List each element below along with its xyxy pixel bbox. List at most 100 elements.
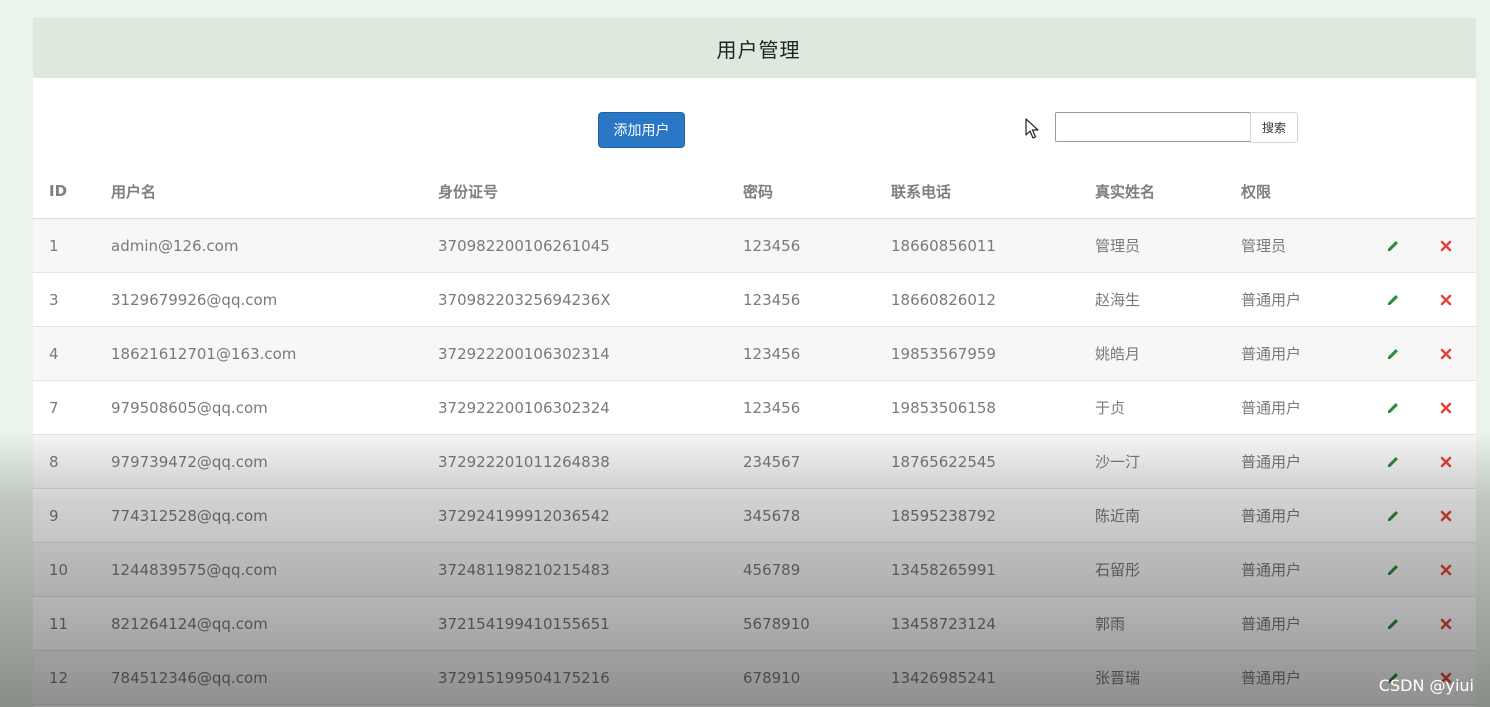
cell-username: 784512346@qq.com bbox=[111, 650, 438, 705]
column-header-username: 用户名 bbox=[111, 164, 438, 219]
cell-phone: 13458265991 bbox=[891, 542, 1095, 597]
cell-password: 123456 bbox=[743, 218, 891, 273]
edit-button[interactable] bbox=[1371, 218, 1415, 273]
column-header-real-name: 真实姓名 bbox=[1095, 164, 1241, 219]
close-icon bbox=[1440, 456, 1451, 468]
close-icon bbox=[1440, 294, 1451, 306]
pencil-icon bbox=[1388, 241, 1398, 251]
cell-phone: 18765622545 bbox=[891, 434, 1095, 489]
table-row: 7 979508605@qq.com 372922200106302324 12345… bbox=[33, 380, 1476, 435]
delete-button[interactable] bbox=[1415, 434, 1476, 489]
edit-button[interactable] bbox=[1371, 272, 1415, 327]
delete-button[interactable] bbox=[1415, 380, 1476, 435]
cell-username: 3129679926@qq.com bbox=[111, 272, 438, 327]
table-row: 3 3129679926@qq.com 37098220325694236X 1234… bbox=[33, 272, 1476, 327]
close-icon bbox=[1440, 348, 1451, 360]
cell-real-name: 沙一汀 bbox=[1095, 434, 1241, 489]
cell-real-name: 赵海生 bbox=[1095, 272, 1241, 327]
cell-password: 234567 bbox=[743, 434, 891, 489]
cell-permission: 普通用户 bbox=[1241, 326, 1371, 381]
column-header-edit bbox=[1371, 164, 1415, 219]
column-header-permission: 权限 bbox=[1241, 164, 1371, 219]
cell-id-number: 372915199504175216 bbox=[438, 650, 743, 705]
cell-real-name: 郭雨 bbox=[1095, 596, 1241, 651]
cell-phone: 18660826012 bbox=[891, 272, 1095, 327]
cell-permission: 普通用户 bbox=[1241, 596, 1371, 651]
cell-username: 774312528@qq.com bbox=[111, 488, 438, 543]
table-row: 8 979739472@qq.com 372922201011264838 23456… bbox=[33, 434, 1476, 489]
add-user-button[interactable]: 添加用户 bbox=[598, 112, 685, 148]
delete-button[interactable] bbox=[1415, 542, 1476, 597]
cell-phone: 18660856011 bbox=[891, 218, 1095, 273]
table-row: 9 774312528@qq.com 372924199912036542 34567… bbox=[33, 488, 1476, 543]
pencil-icon bbox=[1388, 565, 1398, 575]
cell-username: 979739472@qq.com bbox=[111, 434, 438, 489]
column-header-delete bbox=[1415, 164, 1476, 219]
delete-button[interactable] bbox=[1415, 326, 1476, 381]
column-header-phone: 联系电话 bbox=[891, 164, 1095, 219]
cell-permission: 普通用户 bbox=[1241, 434, 1371, 489]
edit-button[interactable] bbox=[1371, 380, 1415, 435]
cell-id-number: 37098220325694236X bbox=[438, 272, 743, 327]
panel-header: 用户管理 bbox=[33, 18, 1476, 78]
cell-password: 345678 bbox=[743, 488, 891, 543]
edit-button[interactable] bbox=[1371, 434, 1415, 489]
pencil-icon bbox=[1388, 403, 1398, 413]
close-icon bbox=[1440, 564, 1451, 576]
cell-id-number: 370982200106261045 bbox=[438, 218, 743, 273]
cell-username: admin@126.com bbox=[111, 218, 438, 273]
delete-button[interactable] bbox=[1415, 218, 1476, 273]
edit-button[interactable] bbox=[1371, 596, 1415, 651]
edit-button[interactable] bbox=[1371, 326, 1415, 381]
table-row: 1 admin@126.com 370982200106261045 123456 18… bbox=[33, 218, 1476, 273]
cell-permission: 普通用户 bbox=[1241, 488, 1371, 543]
cell-phone: 13458723124 bbox=[891, 596, 1095, 651]
delete-button[interactable] bbox=[1415, 488, 1476, 543]
cell-permission: 普通用户 bbox=[1241, 542, 1371, 597]
cell-id: 3 bbox=[33, 272, 111, 327]
cell-id: 7 bbox=[33, 380, 111, 435]
table-header-row: ID 用户名 身份证号 密码 联系电话 真实姓名 权限 bbox=[33, 164, 1476, 219]
cell-id: 10 bbox=[33, 542, 111, 597]
cell-permission: 普通用户 bbox=[1241, 380, 1371, 435]
table-row: 12 784512346@qq.com 372915199504175216 6789… bbox=[33, 650, 1476, 705]
delete-button[interactable] bbox=[1415, 596, 1476, 651]
cell-permission: 普通用户 bbox=[1241, 650, 1371, 705]
table-row: 10 1244839575@qq.com 372481198210215483 456… bbox=[33, 542, 1476, 597]
cell-password: 123456 bbox=[743, 326, 891, 381]
cell-id-number: 372924199912036542 bbox=[438, 488, 743, 543]
cell-real-name: 姚皓月 bbox=[1095, 326, 1241, 381]
cell-phone: 19853567959 bbox=[891, 326, 1095, 381]
cell-password: 123456 bbox=[743, 380, 891, 435]
watermark: CSDN @yiui bbox=[1378, 676, 1474, 695]
cell-id-number: 372922200106302324 bbox=[438, 380, 743, 435]
cell-password: 5678910 bbox=[743, 596, 891, 651]
cell-password: 678910 bbox=[743, 650, 891, 705]
cell-id: 9 bbox=[33, 488, 111, 543]
cell-username: 18621612701@163.com bbox=[111, 326, 438, 381]
column-header-id: ID bbox=[33, 164, 111, 219]
close-icon bbox=[1440, 510, 1451, 522]
cell-id: 12 bbox=[33, 650, 111, 705]
cell-phone: 18595238792 bbox=[891, 488, 1095, 543]
edit-button[interactable] bbox=[1371, 488, 1415, 543]
cell-id-number: 372922200106302314 bbox=[438, 326, 743, 381]
delete-button[interactable] bbox=[1415, 272, 1476, 327]
search-input[interactable] bbox=[1055, 112, 1251, 142]
table-row: 4 18621612701@163.com 372922200106302314 12… bbox=[33, 326, 1476, 381]
table-body: 1 admin@126.com 370982200106261045 123456 18… bbox=[33, 218, 1476, 705]
mouse-pointer-icon bbox=[1025, 118, 1039, 139]
column-header-id-number: 身份证号 bbox=[438, 164, 743, 219]
search-button[interactable]: 搜索 bbox=[1250, 112, 1298, 143]
close-icon bbox=[1440, 402, 1451, 414]
cell-phone: 13426985241 bbox=[891, 650, 1095, 705]
cell-id: 11 bbox=[33, 596, 111, 651]
pencil-icon bbox=[1388, 457, 1398, 467]
edit-button[interactable] bbox=[1371, 542, 1415, 597]
pencil-icon bbox=[1388, 511, 1398, 521]
user-management-panel: 用户管理 添加用户 搜索 ID 用户名 身份证号 密码 联系电话 真实姓名 权限… bbox=[33, 18, 1476, 707]
cell-id-number: 372154199410155651 bbox=[438, 596, 743, 651]
close-icon bbox=[1440, 240, 1451, 252]
column-header-password: 密码 bbox=[743, 164, 891, 219]
cell-id-number: 372922201011264838 bbox=[438, 434, 743, 489]
